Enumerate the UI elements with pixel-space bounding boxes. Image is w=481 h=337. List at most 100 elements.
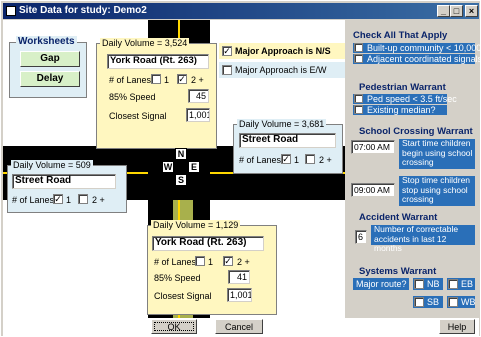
median-row: Existing median? (353, 105, 447, 115)
adjacent-checkbox[interactable] (354, 54, 363, 63)
west-daily-volume: Daily Volume = 509 (11, 160, 93, 170)
major-ns-row: ✓ Major Approach is N/S (219, 43, 345, 59)
check-all-section: Check All That Apply Built-up community … (349, 30, 481, 66)
school-section: School Crossing Warrant 07:00 AM Start t… (349, 126, 477, 212)
ok-button[interactable]: OK (151, 319, 197, 334)
west-approach-box: Daily Volume = 509 Street Road # of Lane… (7, 160, 127, 213)
sb-checkbox[interactable]: ✓ (414, 297, 424, 307)
wb-row: WB (447, 296, 476, 308)
cancel-button[interactable]: Cancel (215, 319, 263, 334)
accident-title: Accident Warrant (359, 212, 438, 223)
major-ew-label: Major Approach is E/W (235, 65, 327, 75)
north-signal-label: Closest Signal (109, 111, 167, 121)
east-road-name-field[interactable]: Street Road (239, 133, 336, 148)
app-icon (6, 6, 16, 16)
north-speed-label: 85% Speed (109, 92, 156, 102)
south-lanes-1-checkbox[interactable] (195, 256, 205, 266)
north-daily-volume: Daily Volume = 3,524 (100, 38, 190, 48)
west-lanes-label: # of Lanes (12, 195, 55, 205)
south-daily-volume: Daily Volume = 1,129 (151, 220, 241, 230)
gap-button[interactable]: Gap (20, 51, 80, 67)
major-ew-checkbox[interactable] (222, 65, 232, 75)
ped-speed-label: Ped speed < 3.5 ft/sec (367, 94, 457, 104)
start-time-label: Start time children begin using school c… (399, 138, 475, 169)
client-area: Worksheets Gap Delay Daily Volume = 3,52… (3, 20, 481, 336)
west-lanes-2-label: 2 + (92, 195, 105, 205)
delay-button[interactable]: Delay (20, 71, 80, 87)
stop-time-label: Stop time children stop using school cro… (399, 175, 475, 206)
built-up-checkbox[interactable] (354, 43, 363, 52)
minimize-button[interactable]: _ (437, 5, 450, 17)
north-lanes-1-checkbox[interactable] (151, 74, 161, 84)
south-lanes-2-label: 2 + (237, 257, 250, 267)
title-bar: Site Data for study: Demo2 _ □ × (3, 3, 479, 19)
compass-west: W (162, 161, 174, 173)
major-ew-row: Major Approach is E/W (219, 62, 345, 78)
wb-label: WB (461, 297, 476, 307)
east-lanes-1-checkbox[interactable]: ✓ (281, 154, 291, 164)
wb-checkbox[interactable] (448, 297, 458, 307)
south-speed-field[interactable]: 41 (228, 270, 250, 284)
accident-count-field[interactable]: 6 (355, 230, 367, 244)
south-lanes-2-checkbox[interactable]: ✓ (223, 256, 233, 266)
systems-section: Systems Warrant Major route? ✓ NB EB ✓ S… (349, 266, 477, 316)
east-approach-box: Daily Volume = 3,681 Street Road # of La… (233, 119, 343, 174)
site-data-window: Site Data for study: Demo2 _ □ × Workshe… (0, 0, 481, 337)
major-route-label: Major route? (353, 278, 409, 290)
nb-label: NB (427, 279, 440, 289)
pedestrian-title: Pedestrian Warrant (359, 82, 446, 93)
built-up-row: Built-up community < 10,000 (353, 43, 481, 53)
north-road-name-field[interactable]: York Road (Rt. 263) (107, 54, 209, 69)
nb-row: ✓ NB (413, 278, 443, 290)
ped-speed-row: Ped speed < 3.5 ft/sec (353, 94, 457, 104)
worksheets-title: Worksheets (16, 36, 77, 47)
accident-section: Accident Warrant 6 Number of correctable… (349, 212, 477, 253)
window-title: Site Data for study: Demo2 (19, 5, 147, 16)
west-lanes-2-checkbox[interactable] (78, 194, 88, 204)
east-lanes-1-label: 1 (294, 155, 300, 165)
south-lanes-1-label: 1 (208, 257, 214, 267)
nb-checkbox[interactable]: ✓ (414, 279, 424, 289)
south-signal-field[interactable]: 1,001 (227, 288, 252, 302)
compass-south: S (175, 174, 187, 186)
north-signal-field[interactable]: 1,001 (186, 108, 210, 122)
east-lanes-2-label: 2 + (319, 155, 332, 165)
south-speed-label: 85% Speed (154, 273, 201, 283)
major-ns-checkbox[interactable]: ✓ (222, 46, 232, 56)
north-speed-field[interactable]: 45 (188, 89, 209, 103)
eb-row: EB (447, 278, 475, 290)
check-all-title: Check All That Apply (353, 30, 448, 41)
north-lanes-1-label: 1 (164, 75, 170, 85)
west-lanes-1-label: 1 (66, 195, 72, 205)
sb-label: SB (427, 297, 440, 307)
close-button[interactable]: × (465, 5, 478, 17)
west-road-name-field[interactable]: Street Road (12, 174, 116, 189)
start-time-field[interactable]: 07:00 AM (351, 140, 395, 154)
compass-north: N (175, 148, 187, 160)
pedestrian-section: Pedestrian Warrant Ped speed < 3.5 ft/se… (349, 82, 477, 118)
north-lanes-label: # of Lanes (109, 75, 152, 85)
median-label: Existing median? (367, 105, 436, 115)
help-button[interactable]: Help (439, 319, 475, 334)
south-approach-box: Daily Volume = 1,129 York Road (Rt. 263)… (147, 220, 277, 315)
systems-title: Systems Warrant (359, 266, 437, 277)
median-checkbox[interactable] (354, 105, 363, 114)
built-up-label: Built-up community < 10,000 (367, 43, 481, 53)
school-title: School Crossing Warrant (359, 126, 473, 137)
compass-east: E (188, 161, 200, 173)
footer-bar: OK Cancel Help (3, 318, 479, 336)
major-ns-label: Major Approach is N/S (235, 46, 331, 56)
south-signal-label: Closest Signal (154, 291, 212, 301)
north-lanes-2-checkbox[interactable]: ✓ (177, 74, 187, 84)
ped-speed-checkbox[interactable] (354, 94, 363, 103)
stop-time-field[interactable]: 09:00 AM (351, 183, 395, 197)
adjacent-label: Adjacent coordinated signals (367, 54, 481, 64)
north-approach-box: Daily Volume = 3,524 York Road (Rt. 263)… (96, 38, 217, 149)
west-lanes-1-checkbox[interactable]: ✓ (53, 194, 63, 204)
worksheets-group: Worksheets Gap Delay (9, 36, 87, 98)
east-lanes-label: # of Lanes (239, 155, 282, 165)
maximize-button[interactable]: □ (450, 5, 463, 17)
south-road-name-field[interactable]: York Road (Rt. 263) (152, 236, 264, 251)
eb-checkbox[interactable] (448, 279, 458, 289)
east-lanes-2-checkbox[interactable] (305, 154, 315, 164)
